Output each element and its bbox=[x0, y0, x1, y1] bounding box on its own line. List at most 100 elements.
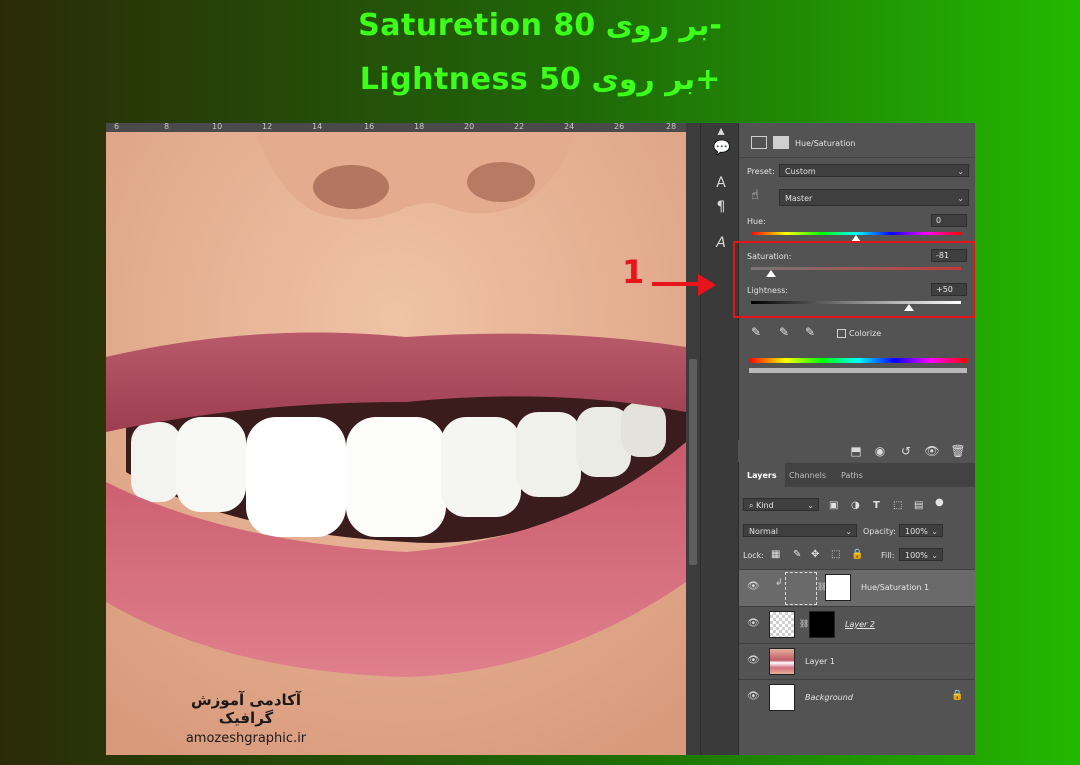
trash-icon[interactable]: 🗑 bbox=[950, 443, 966, 459]
colorize-checkbox[interactable] bbox=[837, 329, 846, 338]
filter-toggle-icon[interactable]: ● bbox=[935, 497, 944, 508]
layer-mask-thumbnail bbox=[809, 611, 835, 638]
ruler-tick: 28 bbox=[666, 123, 677, 131]
channel-value: Master bbox=[785, 194, 813, 203]
layer-name: Background bbox=[805, 693, 853, 702]
filter-shape-icon[interactable]: ⬚ bbox=[893, 500, 902, 511]
preset-select[interactable]: Custom ⌄ bbox=[779, 164, 969, 177]
reset-icon[interactable]: ↺ bbox=[898, 443, 914, 459]
ruler-tick: 18 bbox=[414, 123, 425, 131]
ruler-tick: 20 bbox=[464, 123, 475, 131]
document-canvas[interactable]: 6 8 10 12 14 16 18 20 22 24 26 28 آکادمی… bbox=[106, 123, 686, 755]
filter-type-icon[interactable]: T bbox=[873, 500, 880, 511]
annotation-arrow-icon bbox=[652, 274, 716, 296]
lock-all-icon[interactable]: 🔒 bbox=[851, 549, 863, 560]
adjustment-grid-icon bbox=[785, 572, 817, 605]
blend-mode-select[interactable]: Normal ⌄ bbox=[743, 524, 857, 537]
chevron-down-icon: ⌄ bbox=[931, 527, 938, 536]
preset-label: Preset: bbox=[747, 167, 775, 176]
ruler-tick: 14 bbox=[312, 123, 323, 131]
search-icon: ⌕ bbox=[749, 501, 757, 510]
layer-thumbnail bbox=[769, 648, 795, 675]
ruler-tick: 10 bbox=[212, 123, 223, 131]
eyedropper-icon[interactable]: ✎ bbox=[751, 325, 761, 339]
tab-layers[interactable]: Layers bbox=[739, 463, 785, 487]
opacity-field[interactable]: 100% ⌄ bbox=[899, 524, 943, 537]
fill-label: Fill: bbox=[881, 551, 895, 560]
layer-name: Layer 1 bbox=[805, 657, 835, 666]
visibility-eye-icon[interactable]: 👁 bbox=[747, 692, 760, 702]
tab-paths[interactable]: Paths bbox=[833, 463, 871, 487]
watermark-url: amozeshgraphic.ir bbox=[185, 731, 307, 746]
layer-row-background[interactable]: 👁 Background 🔒 bbox=[739, 679, 975, 716]
filter-value: Kind bbox=[756, 501, 774, 510]
ruler-tick: 26 bbox=[614, 123, 625, 131]
layer-row-layer-1[interactable]: 👁 Layer 1 bbox=[739, 643, 975, 680]
ruler-tick: 24 bbox=[564, 123, 575, 131]
preset-value: Custom bbox=[785, 167, 816, 176]
link-chain-icon: ⛓ bbox=[799, 619, 810, 628]
ruler-tick: 6 bbox=[114, 123, 120, 131]
visibility-eye-icon[interactable]: 👁 bbox=[747, 582, 760, 592]
layers-tabs: Layers Channels Paths bbox=[739, 463, 975, 487]
hue-label: Hue: bbox=[747, 217, 766, 226]
chevron-down-icon: ⌄ bbox=[957, 194, 964, 203]
visibility-eye-icon[interactable]: 👁 bbox=[924, 443, 940, 459]
eyedropper-plus-icon[interactable]: ✎ bbox=[779, 325, 789, 339]
paragraph-icon[interactable]: ¶ bbox=[713, 199, 729, 215]
watermark: آکادمی آموزش گرافیک amozeshgraphic.ir bbox=[166, 691, 326, 746]
chevron-down-icon: ⌄ bbox=[931, 551, 938, 560]
layers-panel: Layers Channels Paths ⌕ Kind ⌄ ▣ ◑ T ⬚ ▤ … bbox=[738, 463, 975, 755]
channel-select[interactable]: Master ⌄ bbox=[779, 189, 969, 206]
filter-pixel-icon[interactable]: ▣ bbox=[829, 500, 838, 511]
canvas-vertical-scrollbar[interactable] bbox=[686, 123, 700, 755]
annotation-number: 1 bbox=[622, 253, 645, 291]
hue-value-field[interactable]: 0 bbox=[931, 214, 967, 227]
properties-button-row: ⬒ ◉ ↺ 👁 🗑 bbox=[738, 440, 974, 462]
filter-smart-object-icon[interactable]: ▤ bbox=[914, 500, 923, 511]
visibility-eye-icon[interactable]: 👁 bbox=[747, 619, 760, 629]
filter-adjustment-icon[interactable]: ◑ bbox=[851, 500, 860, 511]
watermark-persian: آکادمی آموزش گرافیک bbox=[190, 691, 302, 727]
smile-photo bbox=[106, 132, 686, 755]
layer-row-layer-2[interactable]: 👁 ⛓ Layer 2 bbox=[739, 606, 975, 643]
colorize-label: Colorize bbox=[849, 329, 882, 338]
fill-value: 100% bbox=[905, 551, 928, 560]
horizontal-ruler: 6 8 10 12 14 16 18 20 22 24 26 28 bbox=[106, 123, 686, 132]
input-color-bar bbox=[749, 358, 967, 363]
tab-channels[interactable]: Channels bbox=[781, 463, 834, 487]
mask-icon[interactable] bbox=[773, 136, 789, 149]
opacity-value: 100% bbox=[905, 527, 928, 536]
panel-collapse-icon[interactable]: ▴ bbox=[713, 123, 729, 139]
layer-thumbnail bbox=[769, 611, 795, 638]
eyedropper-minus-icon[interactable]: ✎ bbox=[805, 325, 815, 339]
hand-target-icon[interactable]: ☝ bbox=[751, 188, 759, 203]
lock-transparency-icon[interactable]: ▦ bbox=[771, 549, 780, 560]
ruler-tick: 22 bbox=[514, 123, 525, 131]
headline-line-2: Lightness بر روی 50+ bbox=[359, 62, 721, 97]
lock-move-icon[interactable]: ✥ bbox=[811, 549, 819, 560]
layer-thumbnail bbox=[769, 684, 795, 711]
panel-title: Hue/Saturation bbox=[795, 139, 856, 148]
chevron-down-icon: ⌄ bbox=[807, 501, 814, 510]
adjustment-grid-icon[interactable] bbox=[751, 136, 767, 149]
layer-row-hue-saturation[interactable]: 👁 ↲ ⛓ Hue/Saturation 1 bbox=[739, 569, 975, 606]
view-previous-icon[interactable]: ◉ bbox=[872, 443, 888, 459]
fill-field[interactable]: 100% ⌄ bbox=[899, 548, 943, 561]
visibility-eye-icon[interactable]: 👁 bbox=[747, 656, 760, 666]
layer-name: Hue/Saturation 1 bbox=[861, 583, 930, 592]
blend-mode-value: Normal bbox=[749, 527, 778, 536]
comment-icon[interactable]: 💬 bbox=[713, 140, 730, 156]
chevron-down-icon: ⌄ bbox=[957, 167, 964, 176]
layer-filter-select[interactable]: ⌕ Kind ⌄ bbox=[743, 498, 819, 511]
character-icon[interactable]: A bbox=[713, 175, 729, 191]
clip-to-layer-icon[interactable]: ⬒ bbox=[848, 443, 864, 459]
scrollbar-thumb[interactable] bbox=[689, 359, 697, 565]
ruler-tick: 8 bbox=[164, 123, 170, 131]
glyphs-icon[interactable]: A bbox=[713, 235, 729, 251]
highlight-box bbox=[733, 241, 975, 318]
lock-brush-icon[interactable]: ✎ bbox=[793, 549, 801, 560]
output-color-bar bbox=[749, 368, 967, 373]
lock-artboard-icon[interactable]: ⬚ bbox=[831, 549, 840, 560]
headline-line-1: Saturetion بر روی 80- bbox=[358, 8, 722, 43]
